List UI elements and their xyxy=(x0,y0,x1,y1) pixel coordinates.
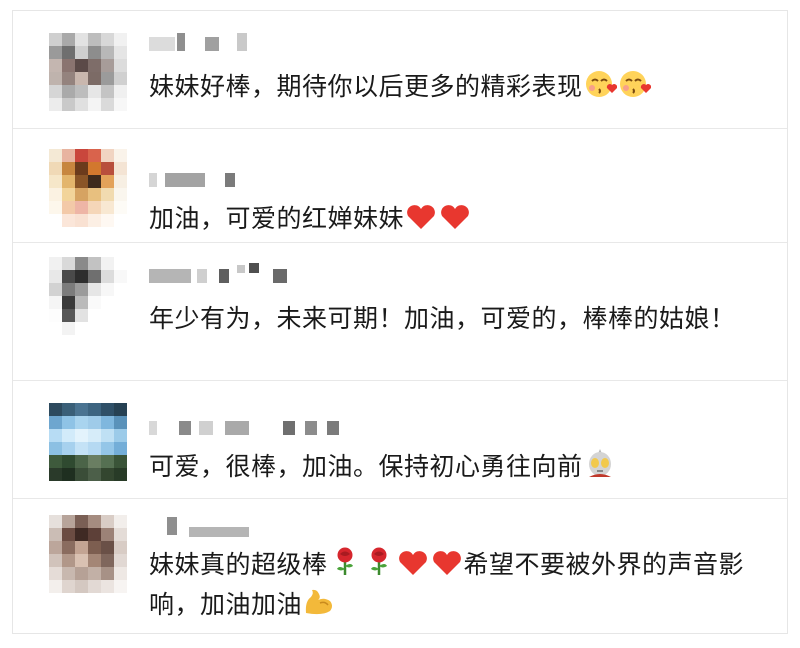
ultraman-icon xyxy=(583,447,617,479)
red-heart-icon xyxy=(396,549,430,577)
comment-text: 妹妹好棒，期待你以后更多的精彩表现 xyxy=(149,67,769,107)
blush-kiss-face-icon xyxy=(617,69,651,99)
rose-icon xyxy=(328,545,362,577)
comment-text: 可爱，很棒，加油。保持初心勇往向前 xyxy=(149,447,769,487)
comment-list: 妹妹好棒，期待你以后更多的精彩表现 加油，可爱的红婵妹妹 年少有为，未来可期！加… xyxy=(12,10,788,634)
avatar[interactable] xyxy=(49,515,127,593)
comment-item[interactable]: 可爱，很棒，加油。保持初心勇往向前 xyxy=(13,381,787,499)
avatar[interactable] xyxy=(49,33,127,111)
comment-item[interactable]: 妹妹真的超级棒 希望不要被外界的声音影响，加油加油 xyxy=(13,499,787,633)
flexed-biceps-icon xyxy=(302,587,336,617)
avatar[interactable] xyxy=(49,149,127,227)
red-heart-icon xyxy=(404,203,438,231)
red-heart-icon xyxy=(438,203,472,231)
comment-item[interactable]: 加油，可爱的红婵妹妹 xyxy=(13,129,787,243)
red-heart-icon xyxy=(430,549,464,577)
avatar[interactable] xyxy=(49,257,127,335)
comment-item[interactable]: 年少有为，未来可期！加油，可爱的，棒棒的姑娘！ xyxy=(13,243,787,381)
comment-text: 加油，可爱的红婵妹妹 xyxy=(149,199,769,239)
comment-text: 年少有为，未来可期！加油，可爱的，棒棒的姑娘！ xyxy=(149,304,736,333)
comment-text: 妹妹真的超级棒 希望不要被外界的声音影响，加油加油 xyxy=(149,545,769,625)
blush-kiss-face-icon xyxy=(583,69,617,99)
rose-icon xyxy=(362,545,396,577)
comment-item[interactable]: 妹妹好棒，期待你以后更多的精彩表现 xyxy=(13,11,787,129)
avatar[interactable] xyxy=(49,403,127,481)
